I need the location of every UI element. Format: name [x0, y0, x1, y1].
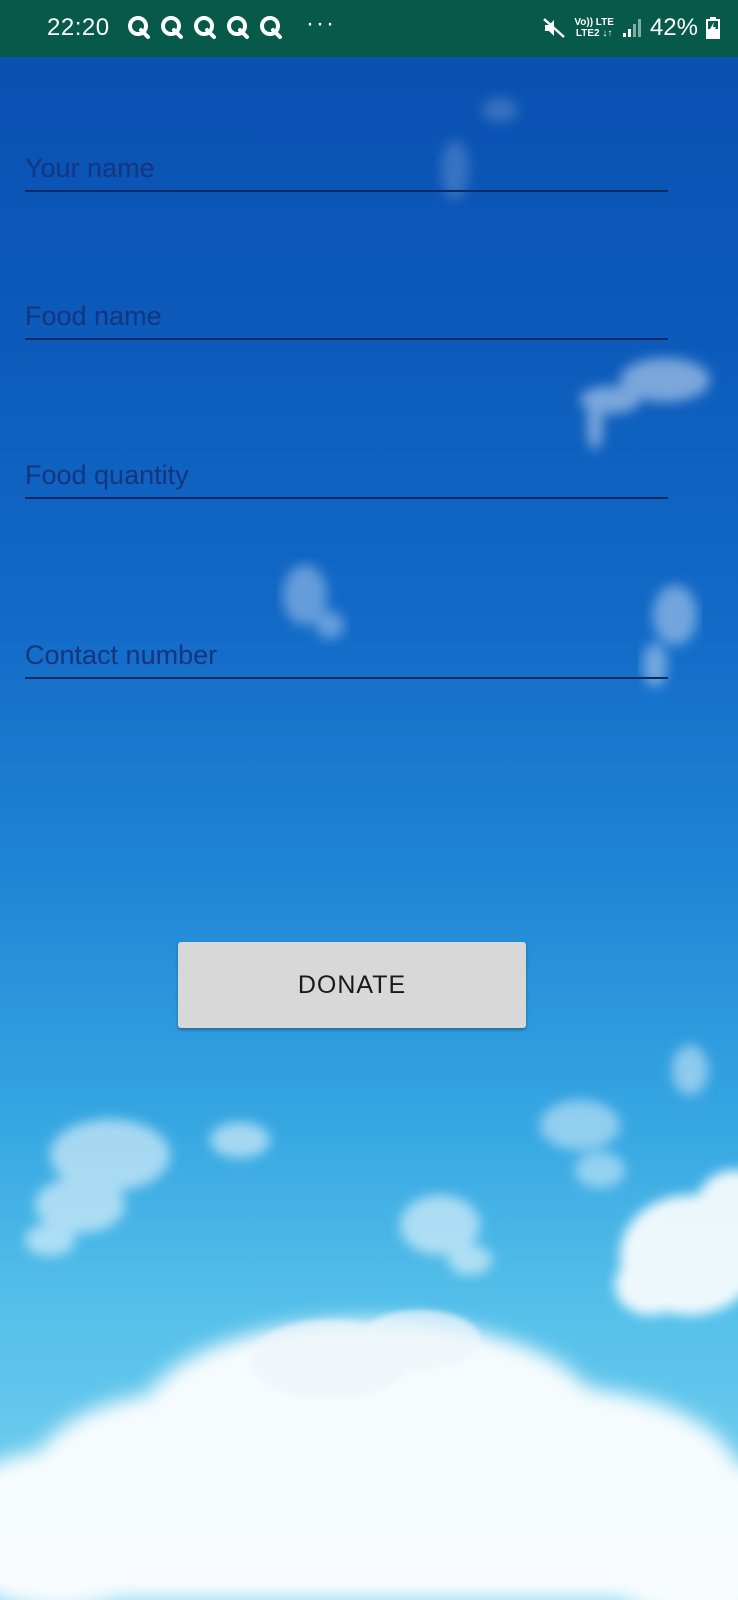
- network-bottom-label: LTE2 ↓↑: [575, 28, 613, 39]
- clouds-decoration: [0, 98, 738, 1600]
- food-quantity-field[interactable]: [25, 453, 668, 499]
- network-top-label: Vo)) LTE: [574, 17, 614, 28]
- status-bar: 22:20 ··· Vo)) LTE LTE2 ↓↑ 42%: [0, 0, 738, 57]
- notification-icons: [127, 12, 282, 42]
- food-name-input[interactable]: [25, 294, 668, 338]
- battery-charging-icon: [706, 17, 720, 39]
- status-right-group: Vo)) LTE LTE2 ↓↑ 42%: [542, 10, 720, 46]
- q-app-icon: [227, 16, 249, 39]
- contact-number-input[interactable]: [25, 633, 668, 677]
- food-name-field[interactable]: [25, 294, 668, 340]
- q-app-icon: [260, 16, 282, 39]
- network-indicator: Vo)) LTE LTE2 ↓↑: [574, 17, 614, 39]
- app-screen: 22:20 ··· Vo)) LTE LTE2 ↓↑ 42% Your name…: [0, 0, 738, 1600]
- donate-button[interactable]: DONATE: [178, 942, 526, 1028]
- signal-icon: [622, 19, 641, 37]
- your-name-field[interactable]: [25, 146, 668, 192]
- q-app-icon: [161, 16, 183, 39]
- battery-percent: 42%: [649, 14, 698, 41]
- q-app-icon: [128, 16, 150, 39]
- your-name-input[interactable]: [25, 146, 668, 190]
- status-time: 22:20: [47, 14, 110, 41]
- q-app-icon: [194, 16, 216, 39]
- food-quantity-input[interactable]: [25, 453, 668, 497]
- contact-number-field[interactable]: [25, 633, 668, 679]
- more-notifications-icon: ···: [306, 10, 336, 37]
- mute-icon: [543, 18, 566, 38]
